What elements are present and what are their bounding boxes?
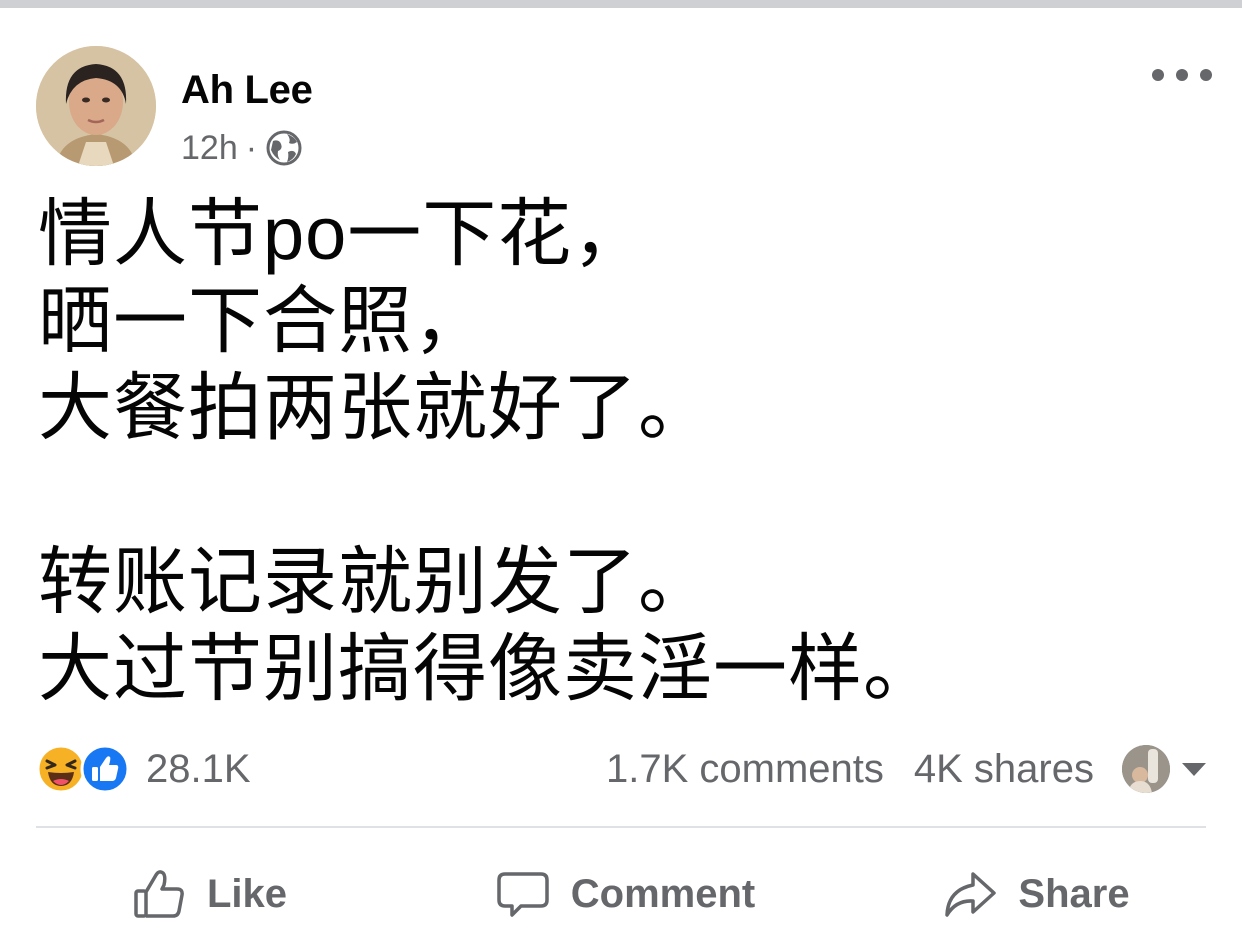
comment-icon: [497, 872, 549, 917]
meta-separator: ·: [245, 128, 258, 167]
author-name[interactable]: Ah Lee: [181, 68, 313, 113]
comment-button[interactable]: Comment: [484, 860, 766, 928]
share-arrow-icon: [945, 872, 997, 917]
post-meta: 12h ·: [181, 126, 303, 170]
share-button[interactable]: Share: [936, 860, 1136, 928]
divider: [36, 826, 1206, 828]
globe-icon[interactable]: [265, 129, 303, 167]
like-icon: [80, 744, 130, 794]
top-separator-bar: [0, 0, 1242, 8]
comments-count[interactable]: 1.7K comments: [606, 747, 884, 792]
post-card: Ah Lee 12h · 情人节po一下花， 晒一下合照， 大餐拍两张就好了。 …: [0, 8, 1242, 943]
more-dot: [1152, 69, 1164, 81]
post-stats: 1.7K comments 4K shares: [606, 744, 1208, 794]
post-time[interactable]: 12h: [181, 129, 238, 168]
more-dot: [1176, 69, 1188, 81]
author-photo: [36, 46, 156, 166]
thumbs-up-icon: [134, 870, 184, 918]
shares-count[interactable]: 4K shares: [914, 747, 1094, 792]
share-label: Share: [1018, 871, 1130, 916]
author-avatar[interactable]: [36, 46, 156, 166]
chevron-down-icon[interactable]: [1180, 759, 1208, 779]
haha-icon: [36, 744, 86, 794]
reaction-summary[interactable]: 28.1K: [36, 744, 251, 794]
reaction-count: 28.1K: [146, 746, 251, 791]
like-button[interactable]: Like: [124, 860, 294, 928]
comment-label: Comment: [570, 871, 756, 916]
more-options-icon[interactable]: [1152, 60, 1212, 90]
post-text: 情人节po一下花， 晒一下合照， 大餐拍两张就好了。 转账记录就别发了。 大过节…: [38, 192, 938, 710]
like-label: Like: [206, 871, 288, 916]
viewer-avatar[interactable]: [1122, 745, 1170, 793]
more-dot: [1200, 69, 1212, 81]
